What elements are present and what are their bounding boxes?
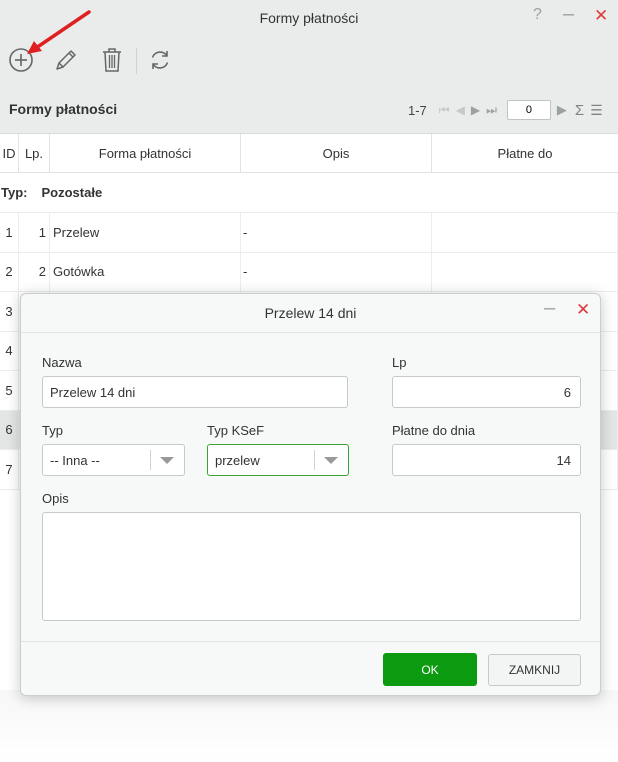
delete-trash-icon[interactable] [97,45,127,75]
grid-title: Formy płatności [9,101,118,117]
edit-pencil-icon[interactable] [51,45,81,75]
table-row[interactable]: 2 2 Gotówka - [0,252,618,292]
toolbar-divider [136,48,137,74]
empty-area [0,690,618,762]
prev-page-icon[interactable]: ◀ [456,103,465,117]
column-header-lp[interactable]: Lp. [19,134,50,172]
sum-icon[interactable]: Σ [575,102,584,119]
first-page-icon[interactable]: ⏮ [439,103,450,118]
cell-id: 4 [0,331,19,370]
minimize-icon[interactable]: – [563,3,574,26]
chevron-down-icon[interactable] [160,457,174,464]
platne-input[interactable]: 14 [392,444,581,476]
cell-lp: 2 [19,252,50,291]
add-icon[interactable] [6,45,36,75]
cell-id: 6 [0,410,19,449]
typ-label: Typ [42,423,63,438]
cell-id: 1 [0,213,19,252]
minimize-icon[interactable]: – [544,297,555,320]
cell-id: 5 [0,371,19,410]
cell-lp: 1 [19,213,50,252]
column-header-id[interactable]: ID [0,134,19,172]
help-icon[interactable]: ? [533,6,542,24]
pager: 1-7 ⏮ ◀ ▶ ⏭ ▶ Σ ☰ [408,100,603,120]
opis-label: Opis [42,491,69,506]
page-input[interactable] [506,100,551,120]
column-header-forma[interactable]: Forma płatności [50,134,241,172]
group-value: Pozostałe [41,185,103,200]
lp-label: Lp [392,355,407,370]
cell-id: 7 [0,450,19,489]
select-divider [314,450,315,470]
cell-forma: Przelew [50,213,241,252]
cell-id: 3 [0,292,19,331]
lp-input[interactable]: 6 [392,376,581,408]
platne-label: Płatne do dnia [392,423,476,438]
cell-id: 2 [0,252,19,291]
close-icon[interactable]: ✕ [576,300,590,320]
nazwa-input[interactable]: Przelew 14 dni [42,376,348,408]
pager-range: 1-7 [408,102,427,118]
table-header: ID Lp. Forma płatności Opis Płatne do [0,134,618,173]
dialog-footer-divider [21,641,600,642]
ksef-select[interactable]: przelew [207,444,349,476]
window-title: Formy płatności [259,10,359,26]
group-row[interactable]: Typ: Pozostałe [0,173,618,213]
grid-header: Formy płatności 1-7 ⏮ ◀ ▶ ⏭ ▶ Σ ☰ [0,90,618,134]
close-button[interactable]: ZAMKNIJ [488,654,581,686]
chevron-down-icon[interactable] [324,457,338,464]
select-divider [150,450,151,470]
close-icon[interactable]: ✕ [594,6,608,26]
group-label: Typ: [1,185,28,200]
window-titlebar: Formy płatności ? – ✕ [0,0,618,38]
cell-opis: - [241,213,432,252]
edit-payment-form-dialog: Przelew 14 dni – ✕ Nazwa Przelew 14 dni … [20,293,601,696]
next-page-icon[interactable]: ▶ [471,103,480,117]
refresh-icon[interactable] [145,45,175,75]
last-page-icon[interactable]: ⏭ [486,103,497,118]
goto-page-icon[interactable]: ▶ [557,102,567,118]
cell-opis: - [241,252,432,291]
typ-select[interactable]: -- Inna -- [42,444,185,476]
ksef-select-value: przelew [215,452,260,468]
ksef-label: Typ KSeF [207,423,265,438]
column-header-opis[interactable]: Opis [241,134,432,172]
ok-button[interactable]: OK [383,653,477,686]
nazwa-label: Nazwa [42,355,82,370]
menu-icon[interactable]: ☰ [590,102,603,119]
opis-textarea[interactable] [42,512,581,621]
cell-forma: Gotówka [50,252,241,291]
table-row[interactable]: 1 1 Przelew - [0,213,618,253]
dialog-title: Przelew 14 dni [264,305,357,321]
column-header-platne[interactable]: Płatne do [432,134,618,172]
cell-platne [432,252,618,291]
cell-platne [432,213,618,252]
typ-select-value: -- Inna -- [50,452,100,468]
dialog-header-divider [21,332,600,333]
toolbar [0,38,618,90]
